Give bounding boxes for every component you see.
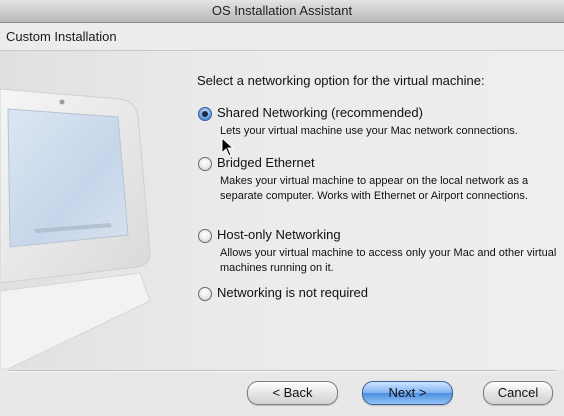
cancel-button[interactable]: Cancel — [483, 381, 553, 405]
option-label[interactable]: Shared Networking (recommended) — [217, 105, 423, 120]
radio-networking-not-required[interactable] — [198, 287, 212, 301]
radio-host-only-networking[interactable] — [198, 229, 212, 243]
radio-shared-networking[interactable] — [198, 107, 212, 121]
footer-divider — [8, 370, 556, 372]
window-titlebar[interactable]: OS Installation Assistant — [0, 0, 564, 23]
option-label[interactable]: Host-only Networking — [217, 227, 341, 242]
page-title: Custom Installation — [6, 29, 117, 44]
imac-illustration — [0, 88, 151, 369]
option-description: Allows your virtual machine to access on… — [220, 247, 557, 274]
network-prompt: Select a networking option for the virtu… — [197, 73, 485, 88]
option-description: Lets your virtual machine use your Mac n… — [220, 125, 518, 137]
next-button[interactable]: Next > — [362, 381, 453, 405]
radio-bridged-ethernet[interactable] — [198, 157, 212, 171]
back-button[interactable]: < Back — [247, 381, 338, 405]
mouse-pointer-icon — [221, 137, 235, 157]
window-title: OS Installation Assistant — [211, 3, 353, 18]
option-label[interactable]: Networking is not required — [217, 285, 368, 300]
option-label[interactable]: Bridged Ethernet — [217, 155, 315, 170]
content-area: Select a networking option for the virtu… — [0, 51, 564, 369]
option-description: Makes your virtual machine to appear on … — [220, 175, 529, 202]
page-header: Custom Installation — [0, 23, 564, 51]
